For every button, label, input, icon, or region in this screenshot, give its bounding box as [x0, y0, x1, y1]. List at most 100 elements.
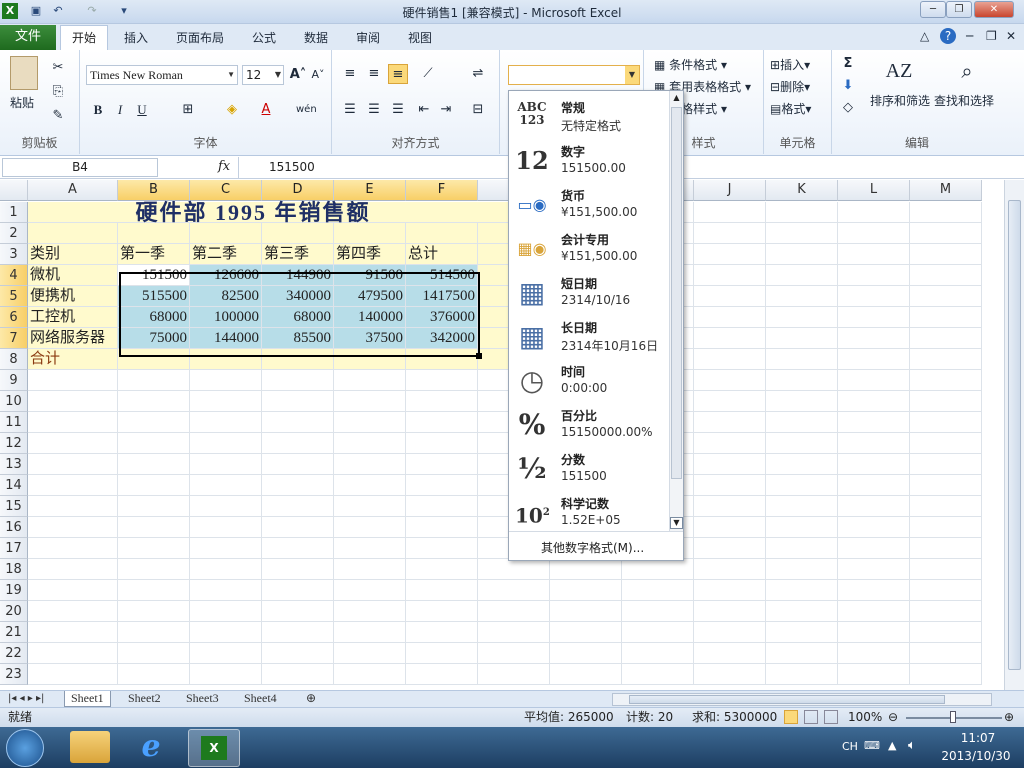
- format-painter-icon[interactable]: ✎: [48, 106, 68, 126]
- help-icon[interactable]: ?: [940, 28, 956, 44]
- tab-insert[interactable]: 插入: [124, 29, 148, 46]
- cell[interactable]: [694, 517, 766, 538]
- cell[interactable]: [838, 370, 910, 391]
- cell[interactable]: [262, 475, 334, 496]
- cell[interactable]: [118, 601, 190, 622]
- insert-function-icon[interactable]: fx: [218, 159, 230, 174]
- cell[interactable]: [190, 454, 262, 475]
- number-format-select[interactable]: ▼: [508, 65, 640, 85]
- vertical-scrollbar[interactable]: [1004, 180, 1024, 690]
- tab-file[interactable]: 文件: [0, 25, 56, 50]
- cell[interactable]: [550, 559, 622, 580]
- workbook-close-icon[interactable]: ✕: [1006, 29, 1016, 43]
- font-color-icon[interactable]: A: [256, 100, 276, 120]
- cell[interactable]: [694, 538, 766, 559]
- cell[interactable]: [910, 307, 982, 328]
- cell[interactable]: [406, 370, 478, 391]
- cell[interactable]: [766, 622, 838, 643]
- cell[interactable]: [622, 601, 694, 622]
- number-format-option[interactable]: 12 数字 151500.00: [509, 139, 669, 183]
- cell[interactable]: [838, 391, 910, 412]
- cell[interactable]: [406, 433, 478, 454]
- number-format-option[interactable]: ▦ 短日期 2314/10/16: [509, 271, 669, 315]
- cell[interactable]: [694, 412, 766, 433]
- cell[interactable]: [190, 223, 262, 244]
- format-cells-button[interactable]: ▤格式▾: [770, 100, 811, 117]
- cell[interactable]: [910, 349, 982, 370]
- align-right-icon[interactable]: ☰: [388, 100, 408, 120]
- category-cell[interactable]: 微机: [28, 265, 118, 286]
- cell[interactable]: [910, 433, 982, 454]
- number-format-option[interactable]: % 百分比 15150000.00%: [509, 403, 669, 447]
- header-cell[interactable]: 总计: [406, 244, 478, 265]
- data-cell[interactable]: 91500: [334, 265, 406, 286]
- page-break-view-icon[interactable]: [824, 710, 838, 724]
- cell[interactable]: [766, 601, 838, 622]
- column-header-e[interactable]: E: [334, 180, 406, 201]
- cell[interactable]: [550, 664, 622, 685]
- tab-page-layout[interactable]: 页面布局: [176, 29, 224, 46]
- cell[interactable]: [910, 643, 982, 664]
- cell[interactable]: [406, 412, 478, 433]
- cell[interactable]: [262, 433, 334, 454]
- cell[interactable]: [838, 622, 910, 643]
- cell[interactable]: [190, 601, 262, 622]
- cell[interactable]: [406, 538, 478, 559]
- cell[interactable]: [838, 664, 910, 685]
- cell[interactable]: [694, 244, 766, 265]
- tab-home[interactable]: 开始: [60, 25, 108, 50]
- cell[interactable]: [190, 496, 262, 517]
- category-cell[interactable]: 工控机: [28, 307, 118, 328]
- data-cell[interactable]: 340000: [262, 286, 334, 307]
- workbook-restore-icon[interactable]: ❐: [986, 29, 997, 43]
- fill-color-icon[interactable]: ◈: [222, 100, 242, 120]
- cell[interactable]: [766, 349, 838, 370]
- cell[interactable]: [478, 601, 550, 622]
- cell[interactable]: [622, 664, 694, 685]
- data-cell[interactable]: 100000: [190, 307, 262, 328]
- row-header-12[interactable]: 12: [0, 433, 28, 454]
- cell[interactable]: [262, 643, 334, 664]
- cell[interactable]: [28, 664, 118, 685]
- cell[interactable]: [28, 559, 118, 580]
- font-size-select[interactable]: 12 ▼: [242, 65, 284, 85]
- normal-view-icon[interactable]: [784, 710, 798, 724]
- cell[interactable]: [838, 559, 910, 580]
- row-header-22[interactable]: 22: [0, 643, 28, 664]
- cut-icon[interactable]: ✂: [48, 58, 68, 78]
- wrap-text-icon[interactable]: ⇌: [468, 64, 488, 84]
- autosum-icon[interactable]: Σ: [838, 54, 858, 74]
- cell[interactable]: [694, 265, 766, 286]
- merge-center-icon[interactable]: ⊟: [468, 100, 488, 120]
- data-cell[interactable]: 140000: [334, 307, 406, 328]
- sheet-tab-2[interactable]: Sheet2: [122, 691, 167, 707]
- cell[interactable]: [28, 223, 118, 244]
- cell[interactable]: [406, 349, 478, 370]
- cell[interactable]: [766, 580, 838, 601]
- cell[interactable]: [190, 622, 262, 643]
- cell[interactable]: [28, 622, 118, 643]
- column-header-b[interactable]: B: [118, 180, 190, 201]
- row-header-15[interactable]: 15: [0, 496, 28, 517]
- cell[interactable]: [910, 496, 982, 517]
- cell[interactable]: [406, 223, 478, 244]
- data-cell[interactable]: 479500: [334, 286, 406, 307]
- header-cell[interactable]: 第二季: [190, 244, 262, 265]
- cell[interactable]: [28, 601, 118, 622]
- cell[interactable]: [190, 580, 262, 601]
- more-number-formats-link[interactable]: 其他数字格式(M)...: [541, 539, 644, 556]
- row-header-8[interactable]: 8: [0, 349, 28, 370]
- category-cell[interactable]: 便携机: [28, 286, 118, 307]
- cell[interactable]: [334, 622, 406, 643]
- active-cell[interactable]: 151500: [118, 265, 190, 286]
- page-layout-view-icon[interactable]: [804, 710, 818, 724]
- cell[interactable]: [838, 286, 910, 307]
- cell[interactable]: [910, 664, 982, 685]
- cell[interactable]: [838, 433, 910, 454]
- cell[interactable]: [334, 475, 406, 496]
- orientation-icon[interactable]: ⟋: [418, 64, 438, 84]
- cell[interactable]: [910, 370, 982, 391]
- cell[interactable]: [190, 517, 262, 538]
- number-format-option[interactable]: ◷ 时间 0:00:00: [509, 359, 669, 403]
- row-header-13[interactable]: 13: [0, 454, 28, 475]
